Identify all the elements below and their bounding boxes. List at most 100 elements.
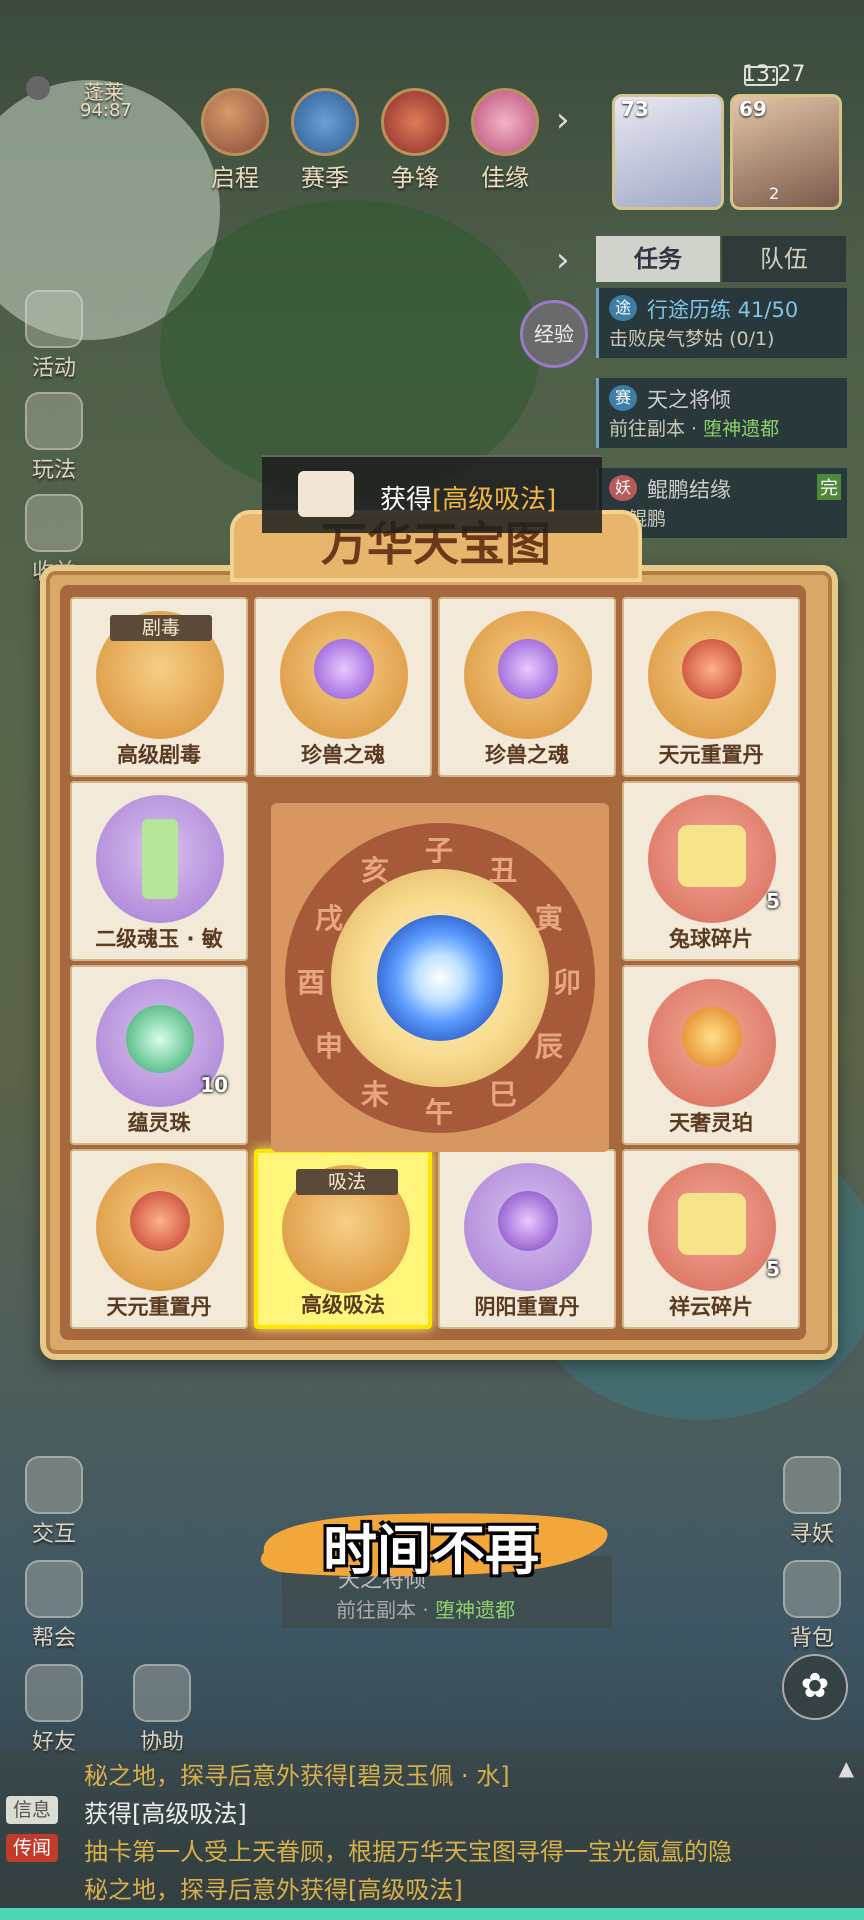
board-cell[interactable]: 剧毒 高级剧毒: [70, 597, 248, 777]
zodiac-char: 申: [315, 1030, 344, 1063]
cell-name: 祥云碎片: [669, 1295, 753, 1319]
side-friends[interactable]: 好友: [14, 1664, 94, 1756]
board-cell[interactable]: 天元重置丹: [622, 597, 800, 777]
cell-count: 10: [200, 1073, 228, 1097]
friends-icon: [25, 1664, 83, 1722]
red-orb-icon: [648, 611, 776, 739]
board-cell[interactable]: 10 蕴灵珠: [70, 965, 248, 1145]
side-interact[interactable]: 交互: [14, 1456, 94, 1548]
team-avatar-1[interactable]: 73: [612, 94, 724, 210]
zodiac-char: 巳: [489, 1078, 518, 1111]
location-pin-icon: [26, 76, 50, 100]
bag-icon: [25, 494, 83, 552]
side-activity-label: 活动: [31, 356, 76, 381]
quest-title: 天之将倾: [647, 388, 731, 412]
cell-name: 二级魂玉 · 敏: [95, 927, 223, 951]
cell-name: 天奢灵珀: [669, 1111, 753, 1135]
quest-title: 鲲鹏结缘: [647, 478, 731, 502]
board-cell[interactable]: 天元重置丹: [70, 1149, 248, 1329]
zodiac-char: 辰: [535, 1030, 564, 1063]
board-cell[interactable]: 5 兔球碎片: [622, 781, 800, 961]
side-bag[interactable]: 背包: [772, 1560, 852, 1652]
side-guild[interactable]: 帮会: [14, 1560, 94, 1652]
guild-icon: [25, 1560, 83, 1618]
board-cell-selected[interactable]: 吸法 高级吸法: [254, 1149, 432, 1329]
tab-team[interactable]: 队伍: [722, 236, 846, 282]
bag-icon: [783, 1560, 841, 1618]
chat-panel[interactable]: 秘之地，探寻后意外获得[碧灵玉佩 · 水] 信息 获得[高级吸法] 传闻 抽卡第…: [0, 1748, 864, 1920]
zodiac-char: 酉: [297, 966, 326, 999]
zodiac-char: 寅: [535, 902, 564, 935]
cell-name: 高级剧毒: [117, 743, 201, 767]
tab-task[interactable]: 任务: [596, 236, 720, 282]
menu-season[interactable]: 赛季: [280, 88, 370, 193]
chat-line: 秘之地，探寻后意外获得[碧灵玉佩 · 水]: [84, 1762, 510, 1790]
menu-battle[interactable]: 争锋: [370, 88, 460, 193]
side-seek[interactable]: 寻妖: [772, 1456, 852, 1548]
toast-text: 获得[高级吸法]: [380, 485, 557, 515]
cell-name: 阴阳重置丹: [474, 1295, 580, 1319]
battle-icon: [381, 88, 449, 156]
board-cell[interactable]: 二级魂玉 · 敏: [70, 781, 248, 961]
item-scroll-icon: [298, 471, 354, 517]
chat-line: 获得[高级吸法]: [84, 1800, 247, 1828]
collapse-arrow-icon[interactable]: ›: [556, 240, 570, 280]
board-cell[interactable]: 天奢灵珀: [622, 965, 800, 1145]
team-avatar-2[interactable]: 69 2: [730, 94, 842, 210]
location-code: 94:87: [80, 100, 132, 121]
zodiac-char: 卯: [553, 966, 582, 999]
quest-item[interactable]: 途 行途历练 41/50 击败戾气梦姑 (0/1): [596, 288, 847, 358]
board-cell[interactable]: 珍兽之魂: [254, 597, 432, 777]
team-level-2: 69: [739, 97, 767, 121]
quest-title: 行途历练 41/50: [647, 298, 799, 322]
reward-toast: 获得[高级吸法]: [262, 455, 602, 533]
chat-expand-icon[interactable]: ▲: [839, 1756, 854, 1780]
cell-name: 珍兽之魂: [301, 743, 385, 767]
purple-orb-icon: [464, 1163, 592, 1291]
subtitle-text: 时间不再: [323, 1519, 539, 1582]
side-seek-label: 寻妖: [789, 1522, 834, 1547]
exp-badge[interactable]: 经验: [520, 300, 588, 368]
quest-badge: 赛: [609, 385, 637, 411]
menu-season-label: 赛季: [301, 164, 349, 192]
menu-bond-label: 佳缘: [481, 164, 529, 192]
quest-badge: 途: [609, 295, 637, 321]
cell-name: 兔球碎片: [669, 927, 753, 951]
cell-tag: 吸法: [296, 1169, 398, 1195]
menu-battle-label: 争锋: [391, 164, 439, 192]
quest-item[interactable]: 赛 天之将倾 前往副本 · 堕神遗都: [596, 378, 847, 448]
side-play-label: 玩法: [31, 458, 76, 483]
glowing-orb-icon: [377, 915, 503, 1041]
board-cell[interactable]: 5 祥云碎片: [622, 1149, 800, 1329]
zodiac-char: 戌: [315, 902, 344, 935]
side-activity[interactable]: 活动: [14, 290, 94, 382]
team-level-1: 73: [621, 97, 649, 121]
menu-bond[interactable]: 佳缘: [460, 88, 550, 193]
interact-icon: [25, 1456, 83, 1514]
flower-menu-icon[interactable]: ✿: [782, 1654, 848, 1720]
zodiac-char: 未: [361, 1078, 390, 1111]
side-guild-label: 帮会: [31, 1626, 76, 1651]
chat-line: 抽卡第一人受上天眷顾，根据万华天宝图寻得一宝光氤氲的隐: [84, 1838, 732, 1866]
chat-tag-rumor: 传闻: [6, 1834, 58, 1862]
crystal-ball-icon: [280, 611, 408, 739]
expand-arrow-icon[interactable]: ›: [556, 100, 570, 140]
battery-icon: [744, 66, 778, 86]
quest-sub: 击败戾气梦姑 (0/1): [609, 328, 775, 350]
side-play[interactable]: 玩法: [14, 392, 94, 484]
cloud-puzzle-icon: [648, 1163, 776, 1291]
bottom-strip: [0, 1908, 864, 1920]
amber-icon: [648, 979, 776, 1107]
wheel-center[interactable]: [331, 869, 549, 1087]
menu-start[interactable]: 启程: [190, 88, 280, 193]
side-assist[interactable]: 协助: [122, 1664, 202, 1756]
cell-count: 5: [766, 1257, 780, 1281]
cell-name: 高级吸法: [301, 1293, 385, 1317]
cell-name: 天元重置丹: [106, 1295, 212, 1319]
bond-icon: [471, 88, 539, 156]
board-cell[interactable]: 阴阳重置丹: [438, 1149, 616, 1329]
gift-icon: [25, 290, 83, 348]
board-cell[interactable]: 珍兽之魂: [438, 597, 616, 777]
rabbit-puzzle-icon: [648, 795, 776, 923]
zodiac-wheel-panel: 子 丑 寅 卯 辰 巳 午 未 申 酉 戌 亥: [271, 803, 609, 1152]
